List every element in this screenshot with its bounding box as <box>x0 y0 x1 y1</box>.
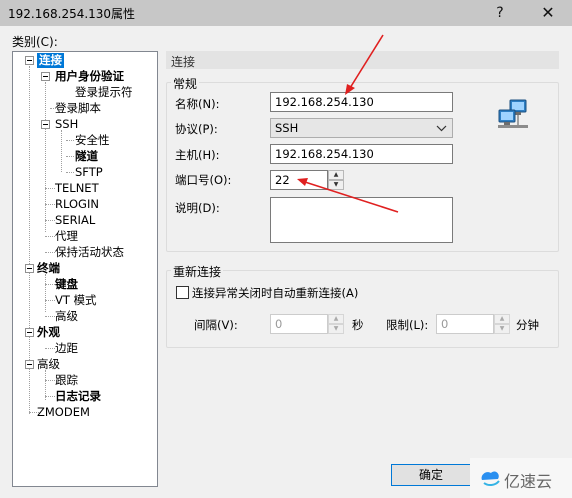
tree-item-serial[interactable]: SERIAL <box>55 213 95 228</box>
interval-spinner[interactable]: ▲ ▼ <box>328 314 344 334</box>
tree-item-connection[interactable]: 连接 <box>37 53 64 68</box>
auto-reconnect-label[interactable]: 连接异常关闭时自动重新连接(A) <box>192 285 358 301</box>
port-field[interactable]: 22 <box>270 170 328 190</box>
port-label: 端口号(O): <box>175 173 232 187</box>
help-button[interactable]: ? <box>480 0 520 26</box>
tree-item-keepalive[interactable]: 保持活动状态 <box>55 245 124 260</box>
tree-item-zmodem[interactable]: ZMODEM <box>37 405 90 420</box>
tree-line <box>45 82 46 232</box>
spin-up-icon[interactable]: ▲ <box>328 314 344 324</box>
tree-item-trace[interactable]: 跟踪 <box>55 373 78 388</box>
tree-line <box>45 316 55 317</box>
collapse-icon[interactable] <box>25 328 34 337</box>
spin-down-icon[interactable]: ▼ <box>328 324 344 334</box>
tree-line <box>45 204 55 205</box>
watermark-text: 亿速云 <box>504 472 553 491</box>
interval-field[interactable]: 0 <box>270 314 328 334</box>
minutes-unit: 分钟 <box>516 318 539 332</box>
close-button[interactable]: ✕ <box>528 0 568 26</box>
spin-down-icon[interactable]: ▼ <box>494 324 510 334</box>
tree-item-security[interactable]: 安全性 <box>75 133 110 148</box>
protocol-value: SSH <box>275 121 299 135</box>
collapse-icon[interactable] <box>25 56 34 65</box>
tree-item-keyboard[interactable]: 键盘 <box>55 277 78 292</box>
host-field[interactable]: 192.168.254.130 <box>270 144 453 164</box>
spin-up-icon[interactable]: ▲ <box>328 170 344 180</box>
cloud-logo-icon <box>478 466 502 490</box>
collapse-icon[interactable] <box>41 120 50 129</box>
description-field[interactable] <box>270 197 453 243</box>
reconnect-group-title: 重新连接 <box>171 263 224 280</box>
window-title: 192.168.254.130属性 <box>8 7 136 21</box>
limit-spinner[interactable]: ▲ ▼ <box>494 314 510 334</box>
tree-line <box>66 140 74 141</box>
tree-line <box>45 274 46 312</box>
tree-line <box>45 348 55 349</box>
tree-item-appearance[interactable]: 外观 <box>37 325 60 340</box>
collapse-icon[interactable] <box>41 72 50 81</box>
limit-label: 限制(L): <box>386 318 429 332</box>
name-label: 名称(N): <box>175 97 220 111</box>
chevron-down-icon <box>436 120 447 141</box>
tree-line <box>66 172 74 173</box>
tree-line <box>45 380 55 381</box>
tree-line <box>45 300 55 301</box>
tree-line <box>45 284 55 285</box>
limit-field[interactable]: 0 <box>436 314 494 334</box>
tree-line <box>66 156 74 157</box>
port-spinner[interactable]: ▲ ▼ <box>328 170 344 190</box>
collapse-icon[interactable] <box>25 264 34 273</box>
spin-down-icon[interactable]: ▼ <box>328 180 344 190</box>
category-tree[interactable]: 连接 用户身份验证 登录提示符 登录脚本 SSH 安全性 隧道 SFTP TEL… <box>12 51 158 487</box>
tree-item-proxy[interactable]: 代理 <box>55 229 78 244</box>
protocol-label: 协议(P): <box>175 122 218 136</box>
tree-line <box>45 236 55 237</box>
tree-item-log[interactable]: 日志记录 <box>55 389 101 404</box>
auto-reconnect-checkbox[interactable] <box>176 286 189 299</box>
tree-line <box>45 220 55 221</box>
panel-header: 连接 <box>166 51 559 69</box>
seconds-unit: 秒 <box>352 318 364 332</box>
tree-item-login-script[interactable]: 登录脚本 <box>55 101 101 116</box>
title-bar: 192.168.254.130属性 ? ✕ <box>0 0 572 26</box>
interval-label: 间隔(V): <box>194 318 238 332</box>
tree-item-tunnel[interactable]: 隧道 <box>75 149 98 164</box>
protocol-select[interactable]: SSH <box>270 118 453 138</box>
tree-item-margin[interactable]: 边距 <box>55 341 78 356</box>
spin-up-icon[interactable]: ▲ <box>494 314 510 324</box>
tree-item-vt-mode[interactable]: VT 模式 <box>55 293 97 308</box>
tree-item-sftp[interactable]: SFTP <box>75 165 103 180</box>
reconnect-group <box>166 270 559 348</box>
watermark: 亿速云 <box>470 458 572 498</box>
name-field[interactable]: 192.168.254.130 <box>270 92 453 112</box>
general-group-title: 常规 <box>171 75 200 92</box>
tree-item-advanced[interactable]: 高级 <box>37 357 60 372</box>
tree-item-user-auth[interactable]: 用户身份验证 <box>55 69 124 84</box>
tree-item-login-prompt[interactable]: 登录提示符 <box>75 85 133 100</box>
description-label: 说明(D): <box>175 201 220 215</box>
tree-line <box>45 396 55 397</box>
tree-line <box>61 130 62 172</box>
category-label: 类别(C): <box>12 35 58 49</box>
tree-item-ssh[interactable]: SSH <box>55 117 78 132</box>
host-label: 主机(H): <box>175 148 220 162</box>
tree-item-terminal[interactable]: 终端 <box>37 261 60 276</box>
tree-line <box>45 252 55 253</box>
tree-item-telnet[interactable]: TELNET <box>55 181 99 196</box>
ok-button[interactable]: 确定 <box>391 464 471 486</box>
tree-item-rlogin[interactable]: RLOGIN <box>55 197 99 212</box>
network-computers-icon <box>496 98 530 132</box>
panel-title: 连接 <box>171 55 196 69</box>
tree-line <box>45 188 55 189</box>
tree-item-terminal-advanced[interactable]: 高级 <box>55 309 78 324</box>
collapse-icon[interactable] <box>25 360 34 369</box>
